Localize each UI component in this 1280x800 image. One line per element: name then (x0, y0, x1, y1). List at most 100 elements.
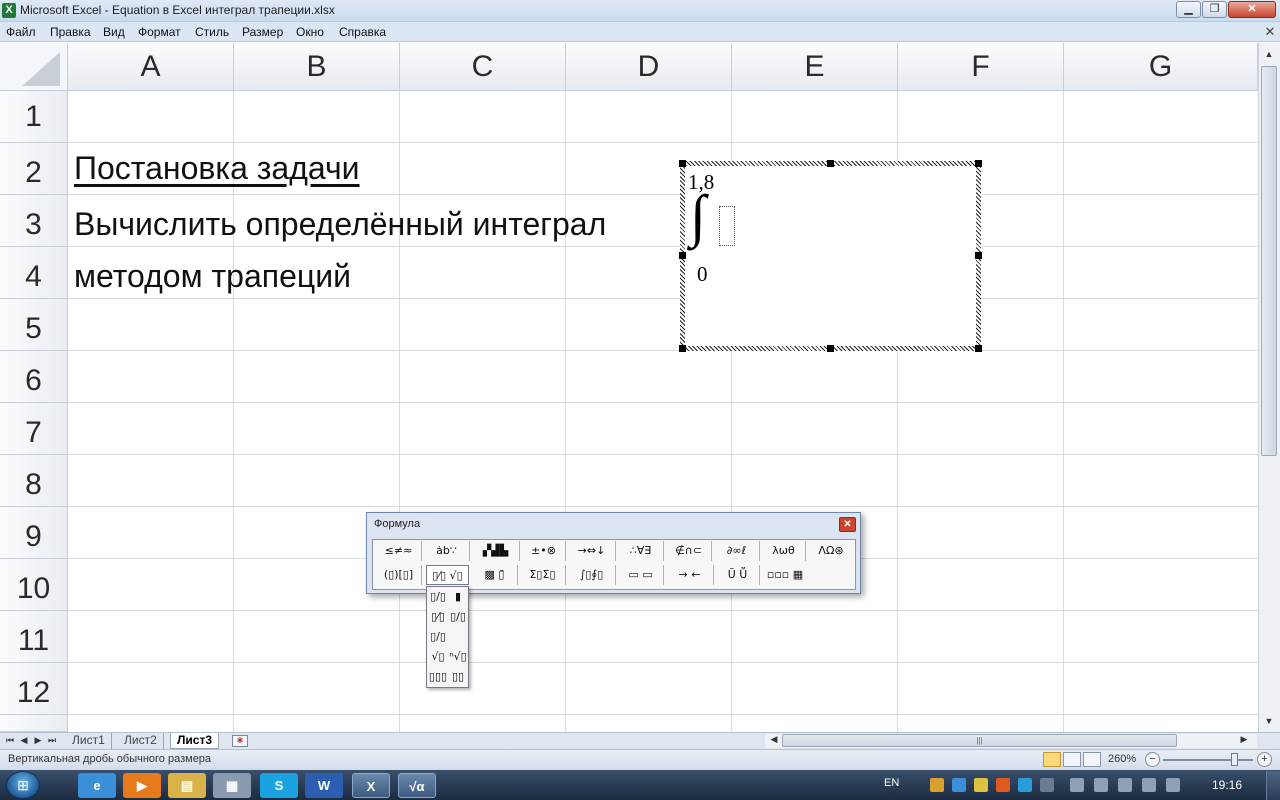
column-header-b[interactable]: B (234, 43, 400, 91)
prev-sheet-nav-icon[interactable]: ◀ (18, 733, 30, 748)
resize-handle[interactable] (679, 252, 686, 259)
column-header-d[interactable]: D (566, 43, 732, 91)
row-header-11[interactable]: 11 (0, 611, 68, 663)
taskbar-media-player-icon[interactable]: ▶ (123, 773, 161, 798)
tray-network-icon[interactable] (952, 778, 966, 792)
zoom-slider-track[interactable] (1163, 759, 1253, 761)
tray-browser-icon[interactable] (996, 778, 1010, 792)
nth-root-item[interactable]: ⁿ√▯ (448, 648, 468, 666)
fence-templates-button[interactable]: (▯)[▯] (376, 565, 422, 585)
column-header-a[interactable]: A (68, 43, 234, 91)
long-division-item[interactable]: ▯▯▯ (428, 668, 448, 686)
integral-templates-button[interactable]: ∫▯∮▯ (568, 565, 616, 585)
resize-handle[interactable] (679, 160, 686, 167)
vertical-scroll-thumb[interactable] (1261, 66, 1277, 456)
tray-flag-icon[interactable] (1118, 778, 1132, 792)
last-sheet-nav-icon[interactable]: ⏭ (46, 733, 58, 748)
long-division-quotient-item[interactable]: ▯▯ (448, 668, 468, 686)
maximize-button[interactable]: ❐ (1202, 1, 1227, 18)
page-layout-view-button[interactable] (1063, 752, 1081, 767)
row-header-7[interactable]: 7 (0, 403, 68, 455)
close-window-button[interactable]: ✕ (1228, 1, 1276, 18)
zoom-slider-thumb[interactable] (1231, 753, 1238, 766)
row-header-1[interactable]: 1 (0, 91, 68, 143)
resize-handle[interactable] (975, 160, 982, 167)
resize-handle[interactable] (827, 345, 834, 352)
operators-palette-button[interactable]: ±•⊗ (522, 541, 566, 561)
formula-toolbar-close-button[interactable]: ✕ (839, 517, 856, 532)
tray-signal-icon[interactable] (1094, 778, 1108, 792)
embellishments-palette-button[interactable]: ▞▟▙ (472, 541, 520, 561)
resize-handle[interactable] (679, 345, 686, 352)
taskbar-word-icon[interactable]: W (305, 773, 343, 798)
menu-file[interactable]: Файл (6, 25, 36, 39)
reduced-slash-fraction-item[interactable]: ▯/▯ (448, 608, 468, 626)
horizontal-scroll-thumb[interactable]: ||| (782, 734, 1177, 747)
menu-style[interactable]: Стиль (195, 25, 229, 39)
taskbar-excel-icon[interactable]: X (352, 773, 390, 798)
row-header-10[interactable]: 10 (0, 559, 68, 611)
tray-security-icon[interactable] (974, 778, 988, 792)
tray-volume-icon[interactable] (1142, 778, 1156, 792)
row-header-12[interactable]: 12 (0, 663, 68, 715)
scroll-down-arrow-icon[interactable]: ▼ (1260, 712, 1278, 730)
row-header-3[interactable]: 3 (0, 195, 68, 247)
menu-format[interactable]: Формат (138, 25, 181, 39)
misc-symbols-palette-button[interactable]: ∂∞ℓ (714, 541, 760, 561)
minimize-button[interactable]: ▁ (1176, 1, 1201, 18)
column-header-f[interactable]: F (898, 43, 1064, 91)
cell-a3-text[interactable]: Вычислить определённый интеграл (74, 206, 606, 243)
slash-fraction-item[interactable]: ▯⁄▯ (428, 608, 448, 626)
integrand-placeholder-slot[interactable] (719, 206, 735, 246)
column-header-g[interactable]: G (1064, 43, 1258, 91)
tray-screen-icon[interactable] (1040, 778, 1054, 792)
tray-skype-icon[interactable] (1018, 778, 1032, 792)
taskbar-equation-editor-icon[interactable]: √α (398, 773, 436, 798)
page-break-view-button[interactable] (1083, 752, 1101, 767)
show-desktop-button[interactable] (1266, 771, 1280, 800)
menu-help[interactable]: Справка (339, 25, 386, 39)
menu-size[interactable]: Размер (242, 25, 283, 39)
zoom-level[interactable]: 260% (1108, 753, 1136, 765)
start-button[interactable]: ⊞ (6, 771, 40, 799)
resize-handle[interactable] (827, 160, 834, 167)
inline-fraction-item[interactable]: ▯/▯ (428, 628, 448, 646)
row-header-13[interactable] (0, 715, 68, 732)
excel-app-icon[interactable]: X (2, 3, 16, 18)
arrows-palette-button[interactable]: →⇔↓ (568, 541, 616, 561)
scroll-left-arrow-icon[interactable]: ◀ (768, 734, 780, 748)
tray-app-icon[interactable] (930, 778, 944, 792)
summation-templates-button[interactable]: Σ▯Σ▯ (520, 565, 566, 585)
next-sheet-nav-icon[interactable]: ▶ (32, 733, 44, 748)
greek-lowercase-palette-button[interactable]: λωθ (762, 541, 806, 561)
row-header-2[interactable]: 2 (0, 143, 68, 195)
labeled-arrow-templates-button[interactable]: → ← (666, 565, 714, 585)
tray-clock[interactable]: 19:16 (1212, 778, 1242, 792)
matrix-templates-button[interactable]: ▫▫▫ ▦ (762, 565, 808, 585)
menu-edit[interactable]: Правка (50, 25, 91, 39)
cell-a4-text[interactable]: методом трапеций (74, 258, 351, 295)
scroll-up-arrow-icon[interactable]: ▲ (1260, 45, 1278, 63)
menu-window[interactable]: Окно (296, 25, 324, 39)
logic-palette-button[interactable]: ∴∀∃ (618, 541, 664, 561)
sheet-tab-3-active[interactable]: Лист3 (170, 733, 220, 749)
row-header-8[interactable]: 8 (0, 455, 68, 507)
reduced-vertical-fraction-item[interactable]: ▮ (448, 588, 468, 606)
products-set-templates-button[interactable]: Ũ Ṻ (716, 565, 760, 585)
tray-device-icon[interactable] (1070, 778, 1084, 792)
zoom-in-button[interactable]: + (1257, 752, 1272, 767)
taskbar-ie-icon[interactable]: e (78, 773, 116, 798)
column-header-e[interactable]: E (732, 43, 898, 91)
insert-sheet-icon[interactable]: ✱ (232, 735, 248, 747)
greek-uppercase-palette-button[interactable]: ΛΩ⊛ (808, 541, 854, 561)
first-sheet-nav-icon[interactable]: ⏮ (4, 733, 16, 748)
full-size-vertical-fraction-item[interactable]: ▯/▯ (428, 588, 448, 606)
resize-handle[interactable] (975, 345, 982, 352)
normal-view-button[interactable] (1043, 752, 1061, 767)
row-header-5[interactable]: 5 (0, 299, 68, 351)
resize-handle[interactable] (975, 252, 982, 259)
fraction-radical-templates-button[interactable]: ▯⁄▯ √▯ (426, 565, 469, 585)
row-header-6[interactable]: 6 (0, 351, 68, 403)
spaces-ellipses-palette-button[interactable]: ȧb∵ (424, 541, 470, 561)
column-header-c[interactable]: C (400, 43, 566, 91)
